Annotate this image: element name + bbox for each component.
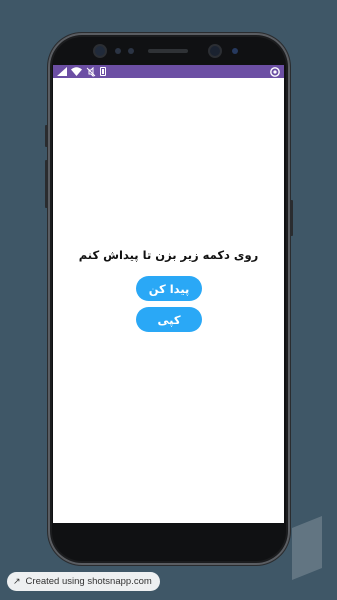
mute-icon: [86, 66, 96, 77]
signal-icon: [57, 67, 67, 76]
app-icon: [270, 66, 280, 77]
power-button: [290, 200, 293, 236]
find-button[interactable]: پیدا کن: [136, 276, 202, 301]
sensor-icon: [115, 48, 121, 54]
instruction-text: روی دکمه زیر بزن تا پیداش کنم: [78, 248, 259, 262]
iris-camera-icon: [210, 46, 220, 56]
arrow-up-right-icon: ↗: [13, 576, 21, 586]
battery-icon: [100, 67, 106, 76]
status-bar: [53, 65, 284, 78]
wifi-icon: [71, 67, 82, 76]
front-camera-icon: [95, 46, 105, 56]
app-screen: روی دکمه زیر بزن تا پیداش کنم پیدا کن کپ…: [53, 65, 284, 523]
proximity-sensor-icon: [232, 48, 238, 54]
shotsnapp-badge[interactable]: ↗ Created using shotsnapp.com: [7, 572, 160, 591]
status-icons-left: [57, 66, 106, 77]
earpiece-speaker: [148, 49, 188, 53]
status-icons-right: [270, 66, 280, 77]
copy-button[interactable]: کپی: [136, 307, 202, 332]
sensor-icon: [128, 48, 134, 54]
watermark-logo: [292, 516, 322, 580]
shotsnapp-label: Created using shotsnapp.com: [25, 576, 152, 587]
